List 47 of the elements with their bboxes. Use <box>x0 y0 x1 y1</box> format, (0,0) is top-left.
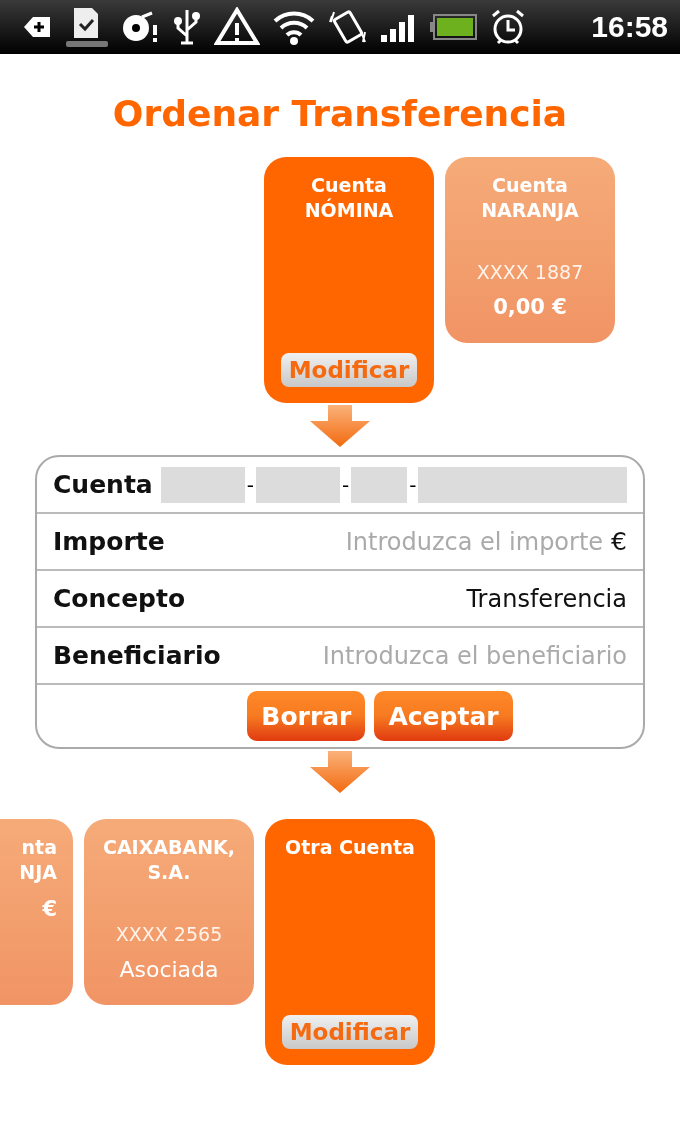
battery-icon <box>430 12 478 42</box>
alarm-clock-icon <box>490 8 526 46</box>
warning-icon <box>214 7 260 47</box>
masked-field <box>351 466 408 503</box>
account-card[interactable]: Cuenta NARANJA XXXX 1887 0,00 € <box>445 157 615 343</box>
account-name: Otra Cuenta <box>285 835 415 860</box>
action-button[interactable]: Aceptar <box>374 691 513 741</box>
wifi-icon <box>272 9 316 45</box>
account-card[interactable]: nta NJA € <box>0 819 73 1005</box>
account-card[interactable]: CAIXABANK, S.A. XXXX 2565 Asociada <box>84 819 254 1005</box>
separator-text: - <box>341 472 350 497</box>
account-card[interactable]: Otra Cuenta Modificar <box>265 819 435 1065</box>
separator-text: - <box>246 472 254 497</box>
clock-time: 16:58 <box>591 10 668 44</box>
action-button[interactable]: Borrar <box>247 691 366 741</box>
input-field[interactable]: Introduzca el beneficiario <box>228 641 627 670</box>
down-arrow-icon <box>308 751 372 793</box>
account-name: S.A. <box>147 860 191 885</box>
input-field[interactable]: Introduzca el importe <box>172 527 604 556</box>
account-number: XXXX 1887 <box>476 261 584 283</box>
account-balance: 0,00 € <box>493 295 567 319</box>
currency-symbol: € <box>611 527 627 556</box>
account-name: Cuenta <box>311 173 387 198</box>
modify-button[interactable]: Modificar <box>280 353 418 387</box>
modify-button[interactable]: Modificar <box>281 1015 419 1049</box>
field-label: Beneficiario <box>53 641 221 670</box>
down-arrow-icon <box>308 405 372 447</box>
account-name: NARANJA <box>481 198 579 223</box>
field-label: Cuenta <box>53 470 153 499</box>
account-card[interactable]: Cuenta NÓMINA Modificar <box>264 157 434 403</box>
page-title: Ordenar Transferencia <box>112 92 568 136</box>
field-label: Concepto <box>53 584 186 613</box>
input-field[interactable]: Transferencia <box>193 584 627 613</box>
account-name: NÓMINA <box>304 198 394 223</box>
account-balance: € <box>42 897 57 921</box>
field-label: Importe <box>53 527 165 556</box>
disc-alert-icon <box>122 11 160 43</box>
account-name: Cuenta <box>492 173 568 198</box>
account-number: XXXX 2565 <box>115 923 223 945</box>
account-name: nta <box>21 835 57 860</box>
account-status: Asociada <box>119 957 219 982</box>
rotate-phone-icon <box>328 8 368 46</box>
account-name: NJA <box>19 860 57 885</box>
usb-icon <box>172 8 202 46</box>
separator-text: - <box>409 472 417 497</box>
download-check-icon <box>64 6 110 48</box>
account-name: CAIXABANK, <box>102 835 236 860</box>
